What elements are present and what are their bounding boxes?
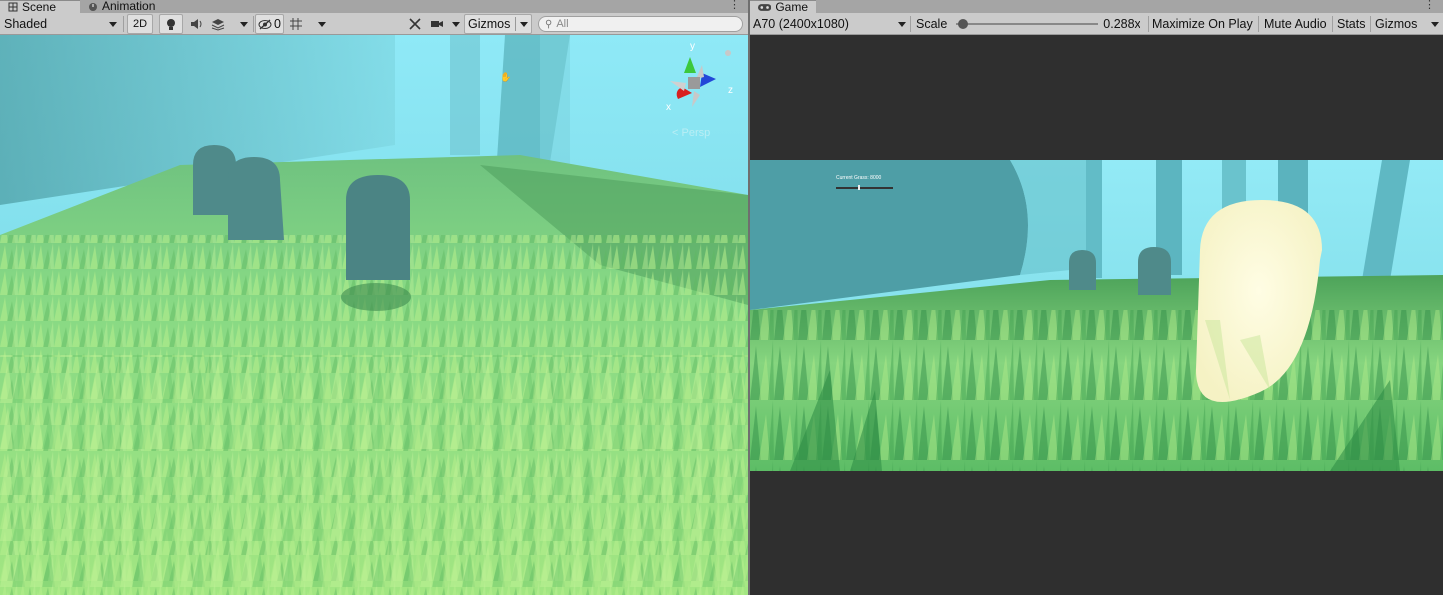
scale-control[interactable]: Scale 0.288x <box>916 14 1146 34</box>
tab-game[interactable]: Game <box>750 0 816 13</box>
gizmos-split <box>514 17 516 31</box>
game-tabbar: Game ⋮ <box>750 0 1443 13</box>
hidden-objects-toggle[interactable]: 0 <box>255 14 284 34</box>
game-panel: Game ⋮ A70 (2400x1080) Scale 0.288x Maxi… <box>750 0 1443 595</box>
grass-count-slider-thumb <box>858 185 860 190</box>
game-gizmos-label: Gizmos <box>1375 17 1418 31</box>
game-gizmos-dropdown[interactable]: Gizmos <box>1375 14 1439 34</box>
draw-mode-dropdown[interactable]: Shaded <box>4 14 120 34</box>
scene-search-input[interactable]: ⚲ All <box>538 16 743 32</box>
projection-label[interactable]: < Persp <box>672 127 710 139</box>
maximize-on-play-label: Maximize On Play <box>1152 17 1253 31</box>
tab-animation-label: Animation <box>102 0 156 13</box>
scene-menu-icon[interactable]: ⋮ <box>729 0 740 11</box>
scene-panel: Scene Animation ⋮ Shaded 2D 0 Gizmos ⚲ A… <box>0 0 748 595</box>
stats-label: Stats <box>1337 17 1366 31</box>
stats-toggle[interactable]: Stats <box>1337 14 1369 34</box>
search-icon: ⚲ <box>545 18 553 30</box>
projection-mode-text: Persp <box>681 127 711 139</box>
orientation-gizmo[interactable]: y z x < Persp <box>666 41 746 139</box>
game-view[interactable]: Current Grass: 8000 <box>750 35 1443 595</box>
audio-toggle[interactable] <box>186 14 208 34</box>
search-placeholder: All <box>556 18 569 30</box>
tools-button[interactable] <box>404 14 426 34</box>
scale-slider[interactable] <box>956 18 1099 30</box>
scene-tabbar: Scene Animation ⋮ <box>0 0 748 13</box>
chevron-down-icon <box>109 21 117 27</box>
chevron-down-icon <box>1431 21 1439 27</box>
scale-value: 0.288x <box>1103 17 1141 31</box>
gamepad-icon <box>758 3 772 11</box>
layers-icon <box>211 18 225 31</box>
game-render <box>750 160 1443 471</box>
tab-scene-label: Scene <box>22 0 57 14</box>
display-resolution-dropdown[interactable]: A70 (2400x1080) <box>753 14 908 34</box>
grid-dropdown[interactable] <box>289 14 329 34</box>
axis-gizmo-icon <box>670 50 731 107</box>
scene-view[interactable]: y z x < Persp ✋ <box>0 35 748 595</box>
mode-2d-button[interactable]: 2D <box>127 14 153 34</box>
lighting-toggle[interactable] <box>159 14 183 34</box>
grass-count-slider[interactable] <box>836 185 893 190</box>
chevron-down-icon <box>898 21 906 27</box>
hidden-count: 0 <box>274 17 281 31</box>
scene-render <box>0 35 748 595</box>
axis-z-label: z <box>728 85 733 96</box>
scene-toolbar: Shaded 2D 0 Gizmos ⚲ All <box>0 13 748 35</box>
toolbar-divider <box>253 16 254 32</box>
grass-count-label: Current Grass: 8000 <box>836 175 882 181</box>
toolbar-divider <box>1370 16 1371 32</box>
toolbar-divider <box>123 16 124 32</box>
tab-animation[interactable]: Animation <box>80 0 170 13</box>
display-resolution-label: A70 (2400x1080) <box>753 17 849 31</box>
scene-gizmos-label: Gizmos <box>468 17 511 31</box>
effects-dropdown[interactable] <box>211 14 251 34</box>
scale-slider-thumb[interactable] <box>957 19 968 29</box>
toolbar-divider <box>1258 16 1259 32</box>
cursor-icon: ✋ <box>500 72 512 82</box>
chevron-down-icon <box>318 21 326 27</box>
clock-icon <box>89 2 97 11</box>
grid-icon <box>8 2 18 12</box>
lightbulb-icon <box>167 18 175 30</box>
game-overlay-text: Current Grass: 8000 <box>836 175 881 181</box>
chevron-down-icon <box>240 21 248 27</box>
toolbar-divider <box>1148 16 1149 32</box>
mute-audio-label: Mute Audio <box>1264 17 1327 31</box>
camera-dropdown[interactable] <box>430 14 462 34</box>
maximize-on-play-toggle[interactable]: Maximize On Play <box>1152 14 1258 34</box>
eye-slash-icon <box>258 19 272 29</box>
grid-snap-icon <box>290 18 302 30</box>
game-menu-icon[interactable]: ⋮ <box>1424 0 1435 11</box>
draw-mode-label: Shaded <box>4 17 48 31</box>
scale-label: Scale <box>916 17 948 31</box>
speaker-icon <box>191 19 202 29</box>
axis-x-label: x <box>666 102 671 113</box>
wrench-icon <box>409 18 421 30</box>
chevron-down-icon <box>452 21 460 27</box>
tab-game-label: Game <box>775 0 808 14</box>
scene-gizmos-dropdown[interactable]: Gizmos <box>464 14 532 34</box>
camera-icon <box>431 21 443 27</box>
scale-slider-track <box>956 23 1099 25</box>
mute-audio-toggle[interactable]: Mute Audio <box>1264 14 1332 34</box>
mode-2d-label: 2D <box>132 18 148 30</box>
axis-y-label: y <box>690 41 695 52</box>
tab-scene[interactable]: Scene <box>0 0 80 13</box>
toolbar-divider <box>910 16 911 32</box>
chevron-down-icon <box>520 21 528 27</box>
toolbar-divider <box>1332 16 1333 32</box>
game-toolbar: A70 (2400x1080) Scale 0.288x Maximize On… <box>750 13 1443 35</box>
